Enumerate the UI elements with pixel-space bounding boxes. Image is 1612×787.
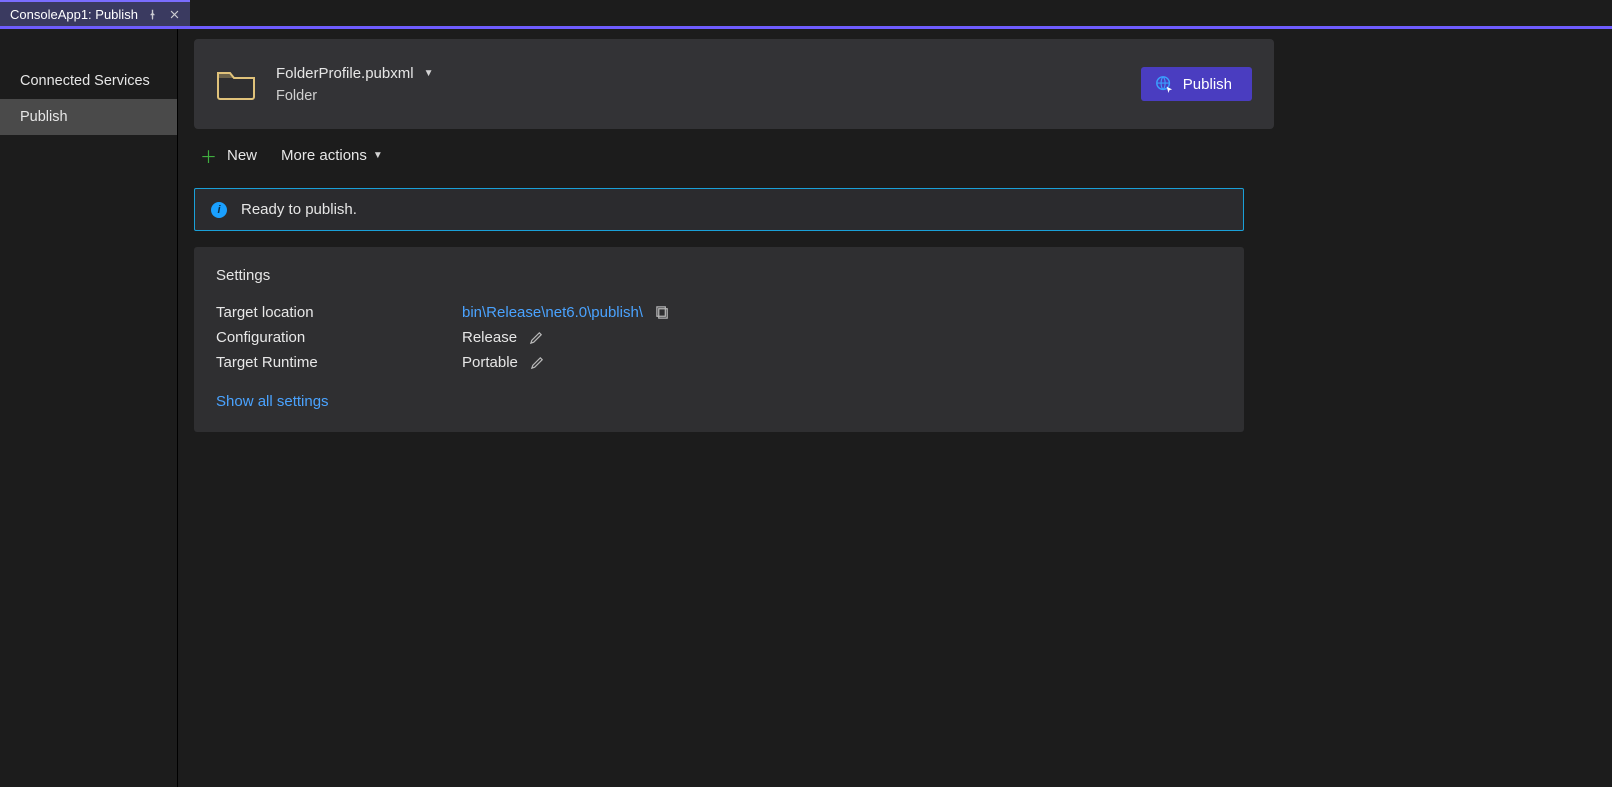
new-label: New [227, 147, 257, 164]
status-text: Ready to publish. [241, 201, 357, 218]
profile-type: Folder [276, 88, 1141, 104]
publish-profile-card: FolderProfile.pubxml ▼ Folder Publish [194, 39, 1274, 129]
sidebar-item-connected-services[interactable]: Connected Services [0, 63, 177, 99]
more-actions-label: More actions [281, 147, 367, 164]
copy-icon[interactable] [655, 305, 670, 320]
profile-info: FolderProfile.pubxml ▼ Folder [276, 65, 1141, 104]
publish-globe-icon [1155, 75, 1173, 93]
new-profile-button[interactable]: ＋ New [200, 143, 257, 168]
publish-button-label: Publish [1183, 76, 1232, 93]
settings-row-target-runtime: Target Runtime Portable [216, 350, 1222, 375]
settings-title: Settings [216, 267, 1222, 284]
profile-name: FolderProfile.pubxml [276, 65, 414, 82]
chevron-down-icon: ▼ [424, 68, 434, 79]
profile-dropdown[interactable]: FolderProfile.pubxml ▼ [276, 65, 1141, 82]
profile-toolbar: ＋ New More actions ▼ [194, 129, 1596, 182]
more-actions-dropdown[interactable]: More actions ▼ [281, 147, 383, 164]
target-location-link[interactable]: bin\Release\net6.0\publish\ [462, 304, 643, 321]
info-icon: i [211, 202, 227, 218]
folder-icon [216, 67, 256, 101]
edit-icon[interactable] [530, 355, 545, 370]
settings-row-target-location: Target location bin\Release\net6.0\publi… [216, 300, 1222, 325]
document-tab-bar: ConsoleApp1: Publish [0, 0, 1612, 27]
publish-button[interactable]: Publish [1141, 67, 1252, 101]
sidebar: Connected Services Publish [0, 29, 178, 787]
pin-icon[interactable] [146, 7, 160, 21]
setting-label: Target location [216, 304, 462, 321]
content-area: Connected Services Publish FolderProfile… [0, 27, 1612, 787]
status-message: i Ready to publish. [194, 188, 1244, 231]
edit-icon[interactable] [529, 330, 544, 345]
close-icon[interactable] [168, 7, 182, 21]
plus-icon: ＋ [200, 143, 217, 168]
settings-card: Settings Target location bin\Release\net… [194, 247, 1244, 432]
sidebar-item-label: Publish [20, 109, 68, 125]
configuration-value: Release [462, 329, 517, 346]
settings-row-configuration: Configuration Release [216, 325, 1222, 350]
main-panel: FolderProfile.pubxml ▼ Folder Publish ＋ [178, 29, 1612, 787]
setting-label: Target Runtime [216, 354, 462, 371]
target-runtime-value: Portable [462, 354, 518, 371]
show-all-settings-link[interactable]: Show all settings [216, 393, 1222, 410]
sidebar-item-publish[interactable]: Publish [0, 99, 177, 135]
tab-title: ConsoleApp1: Publish [10, 7, 138, 22]
sidebar-item-label: Connected Services [20, 73, 150, 89]
chevron-down-icon: ▼ [373, 150, 383, 161]
show-all-label: Show all settings [216, 393, 329, 410]
setting-label: Configuration [216, 329, 462, 346]
document-tab-active[interactable]: ConsoleApp1: Publish [0, 0, 190, 27]
